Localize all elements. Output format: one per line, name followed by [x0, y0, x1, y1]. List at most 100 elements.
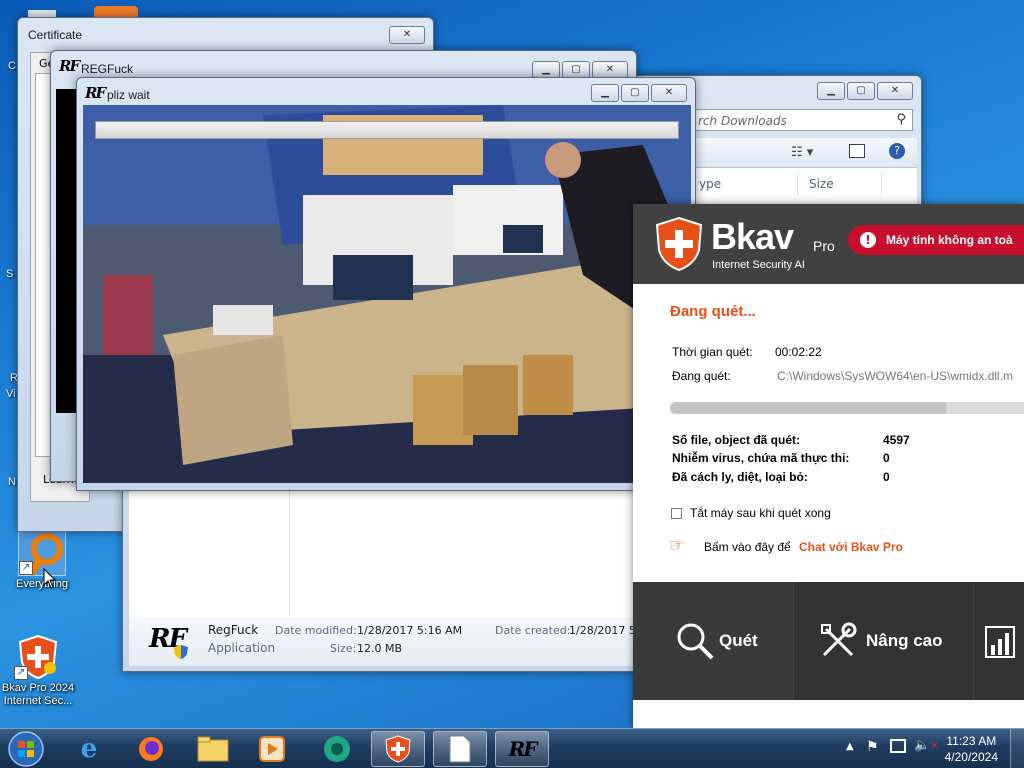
desktop-icon-label: Everything: [16, 578, 68, 590]
desktop-icon-bkav[interactable]: ↗ Bkav Pro 2024 Internet Sec...: [0, 632, 78, 708]
edge-letter: S: [6, 268, 14, 280]
taskbar-ie[interactable]: e: [62, 731, 116, 767]
details-modified-label: Date modified:: [275, 624, 357, 637]
edge-letter: Vi: [6, 388, 16, 400]
column-header-type[interactable]: ype: [699, 177, 721, 191]
window-title: REGFuck: [81, 62, 134, 76]
pliz-wait-window[interactable]: RF pliz wait ▁ ▢ ✕: [76, 77, 696, 491]
show-desktop-button[interactable]: [1010, 729, 1024, 768]
taskbar-bkav[interactable]: [371, 731, 425, 767]
scanning-label: Đang quét:: [672, 369, 731, 383]
regfuck-black-panel: [56, 89, 78, 413]
network-icon[interactable]: [890, 739, 906, 753]
video-frame: [83, 105, 691, 483]
details-modified-value: 1/28/2017 5:16 AM: [357, 624, 463, 637]
clock-date: 4/20/2024: [944, 750, 998, 764]
desktop-icon-label: Bkav Pro 2024 Internet Sec...: [1, 682, 75, 707]
bkav-pro-label: Pro: [813, 238, 835, 254]
bkav-shield-icon: ↗: [14, 632, 62, 680]
scan-progress-fill: [670, 402, 947, 414]
scan-progress-track: [670, 402, 1024, 414]
alert-icon: !: [860, 232, 876, 248]
volume-muted-icon[interactable]: 🔈✕: [914, 738, 939, 753]
stat-value: 0: [883, 451, 890, 465]
bar-chart-icon: [985, 626, 1015, 658]
scan-time-value: 00:02:22: [775, 345, 822, 359]
progress-bar: [95, 121, 679, 139]
desktop-icon-everything[interactable]: ↗ Everything: [2, 528, 82, 591]
taskbar-notepad[interactable]: [433, 731, 487, 767]
views-icon[interactable]: ☷ ▾: [791, 145, 813, 160]
minimize-button[interactable]: ▁: [591, 84, 619, 102]
alert-text: Máy tính không an toà: [886, 233, 1013, 247]
shutdown-checkbox-label[interactable]: Tắt máy sau khi quét xong: [690, 506, 831, 520]
details-size-value: 12.0 MB: [357, 642, 403, 655]
show-hidden-icons-icon[interactable]: ▲: [846, 741, 854, 752]
preview-pane-icon[interactable]: [849, 144, 865, 158]
pointing-hand-icon: ☞: [669, 535, 686, 556]
taskbar-regfuck[interactable]: RF: [495, 731, 549, 767]
shortcut-arrow-icon: ↗: [14, 666, 28, 680]
bkav-nav-bar: Quét Nâng cao: [633, 581, 1024, 700]
bkav-logo-icon: [655, 216, 703, 272]
column-header-size[interactable]: Size: [809, 177, 834, 191]
column-divider: [881, 172, 882, 196]
bkav-product-line: Internet Security AI: [712, 259, 805, 271]
edge-letter: C: [8, 60, 16, 72]
minimize-button[interactable]: ▁: [817, 82, 845, 100]
stat-value: 0: [883, 470, 890, 484]
nav-quet[interactable]: Quét: [633, 582, 793, 700]
nav-report[interactable]: [973, 582, 1024, 700]
stat-value: 4597: [883, 433, 910, 447]
details-created-value: 1/28/2017 5:: [569, 624, 640, 637]
clock-time: 11:23 AM: [946, 734, 997, 748]
media-center-icon: [324, 736, 350, 762]
details-file-name: RegFuck: [208, 623, 259, 637]
chat-prefix: Bấm vào đây để: [704, 540, 795, 554]
bkav-header: Bkav Pro Internet Security AI ! Máy tính…: [633, 204, 1024, 284]
system-clock[interactable]: 11:23 AM 4/20/2024: [945, 733, 998, 765]
security-alert-badge[interactable]: ! Máy tính không an toà: [848, 225, 1024, 255]
windows-orb-icon: [8, 731, 44, 767]
nav-label: Quét: [719, 631, 758, 650]
search-input[interactable]: rch Downloads: [698, 114, 787, 128]
column-divider: [797, 172, 798, 196]
edge-letter: N: [8, 476, 16, 488]
taskbar-media-player[interactable]: [245, 731, 299, 767]
document-icon: [449, 735, 471, 763]
shortcut-arrow-icon: ↗: [19, 561, 33, 575]
maximize-button[interactable]: ▢: [621, 84, 649, 102]
taskbar-firefox[interactable]: [124, 731, 178, 767]
chat-link[interactable]: Chat với Bkav Pro: [799, 540, 903, 554]
maximize-button[interactable]: ▢: [847, 82, 875, 100]
search-icon[interactable]: ⚲: [896, 112, 906, 127]
action-center-flag-icon[interactable]: ⚑: [866, 739, 879, 755]
firefox-icon: [139, 737, 163, 761]
details-size-label: Size:: [330, 642, 357, 655]
close-button[interactable]: ✕: [389, 26, 425, 44]
internet-explorer-icon: e: [80, 734, 98, 764]
nav-pane-divider: [289, 488, 290, 616]
details-file-type: Application: [208, 641, 276, 655]
window-title: pliz wait: [107, 88, 150, 102]
search-box[interactable]: rch Downloads ⚲: [693, 109, 913, 131]
stat-label: Nhiễm virus, chứa mã thực thi:: [672, 451, 850, 465]
help-icon[interactable]: ?: [889, 143, 905, 159]
pliz-app-icon: RF: [85, 84, 106, 102]
taskbar-explorer[interactable]: [186, 731, 240, 767]
taskbar-media-center[interactable]: [310, 731, 364, 767]
scan-status: Đang quét...: [670, 303, 756, 320]
shutdown-checkbox[interactable]: [671, 508, 682, 519]
stat-label: Số file, object đã quét:: [672, 433, 801, 447]
magnifier-icon: [677, 623, 714, 660]
close-button[interactable]: ✕: [877, 82, 913, 100]
start-button[interactable]: [4, 731, 48, 767]
close-button[interactable]: ✕: [651, 84, 687, 102]
window-title: Certificate: [28, 28, 83, 42]
nav-nang-cao[interactable]: Nâng cao: [793, 582, 973, 700]
tools-icon: [821, 622, 857, 657]
bkav-window[interactable]: Bkav Pro Internet Security AI ! Máy tính…: [633, 204, 1024, 728]
nav-label: Nâng cao: [866, 631, 943, 650]
regfuck-file-icon: RF: [149, 624, 189, 660]
bkav-logo-text: Bkav: [711, 216, 794, 257]
